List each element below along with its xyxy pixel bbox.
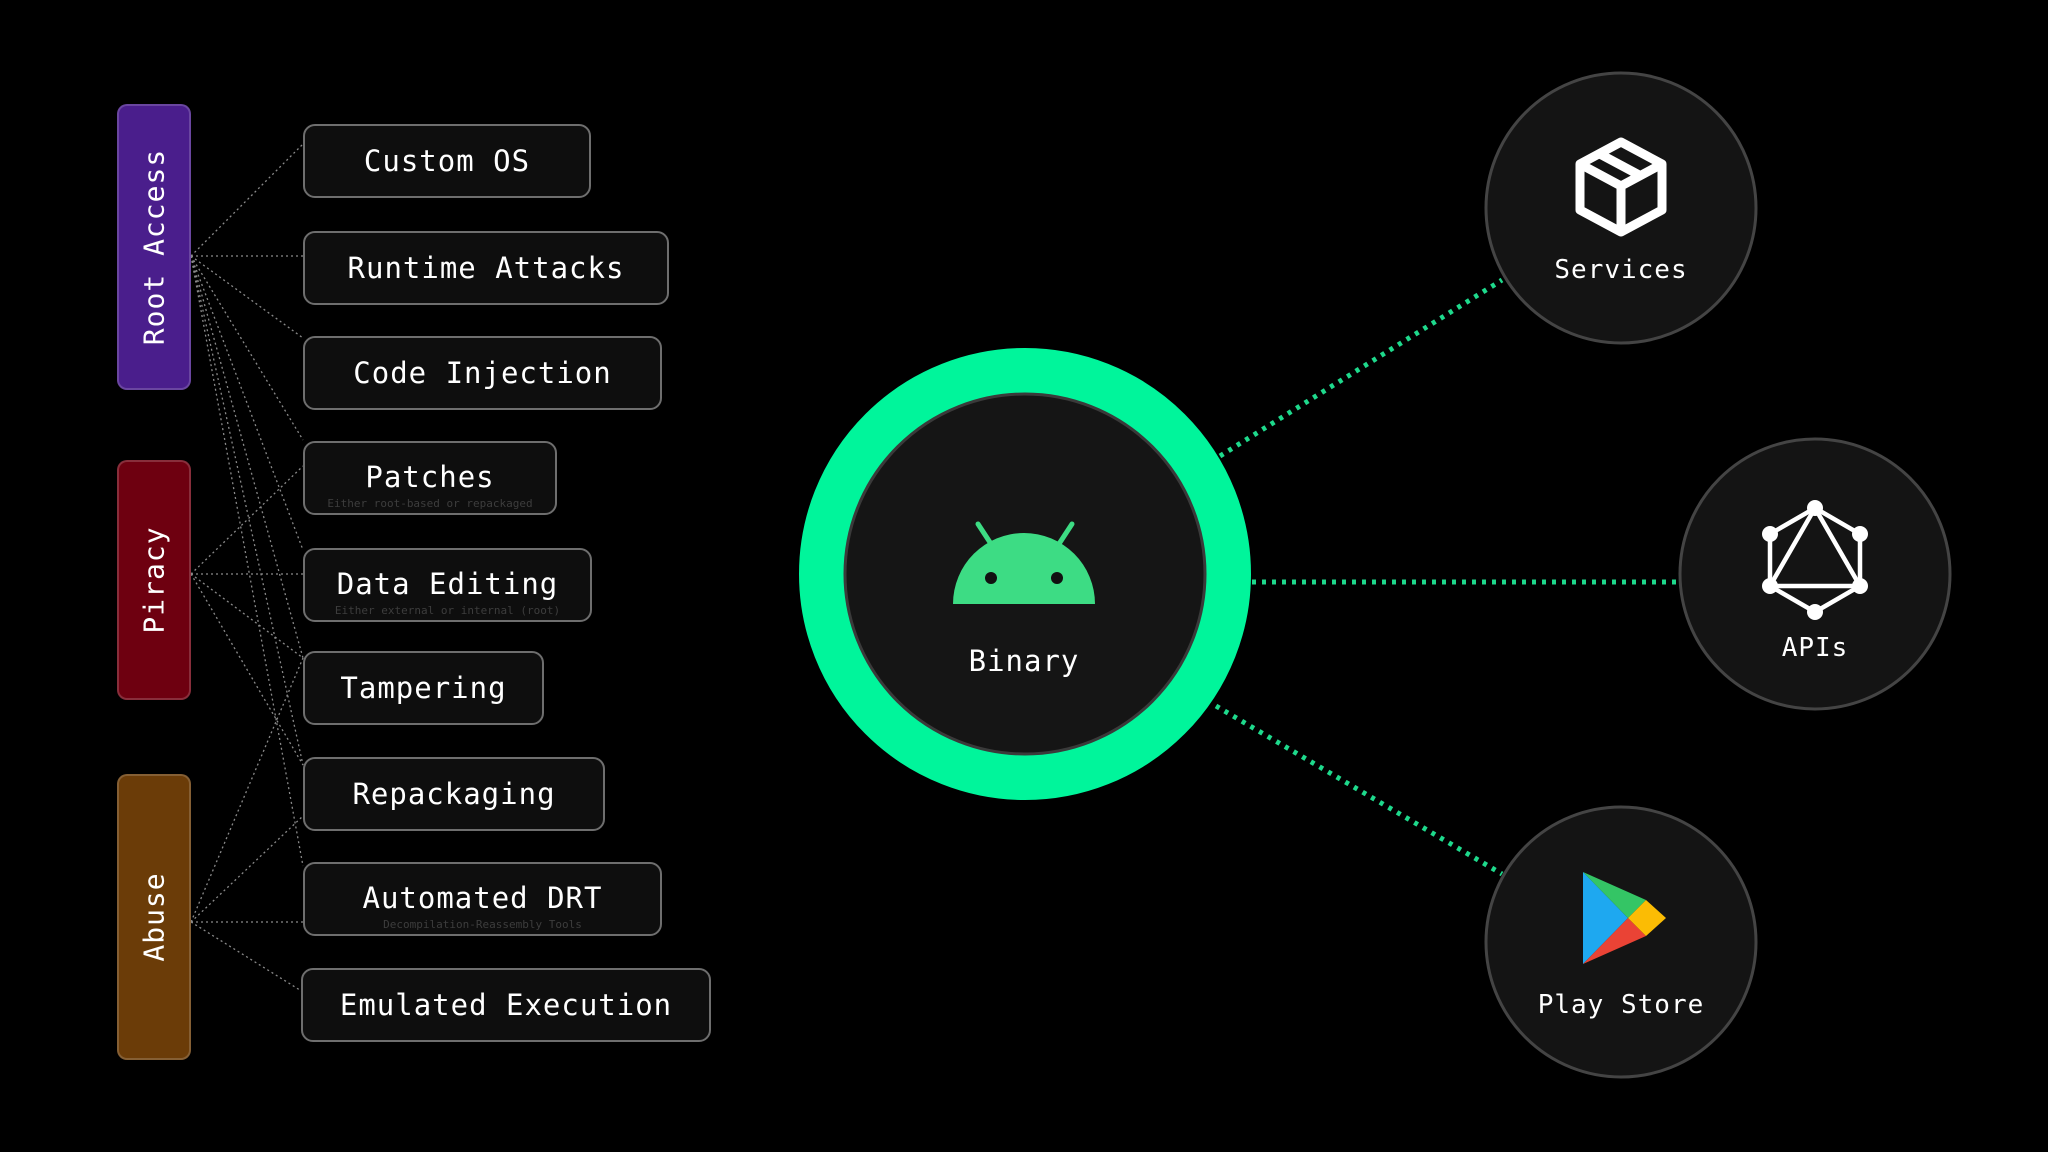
attack-label: Emulated Execution — [339, 988, 673, 1022]
binary-node — [799, 348, 1251, 800]
apis-node — [1678, 437, 1952, 711]
category-label: Piracy — [137, 526, 171, 634]
attack-label: Tampering — [340, 671, 507, 705]
category-abuse: Abuse — [117, 774, 191, 1060]
apis-label: APIs — [1781, 633, 1849, 663]
target-connectors — [1214, 277, 1676, 877]
play-store-node — [1484, 805, 1758, 1079]
attack-runtime-attacks: Runtime Attacks — [303, 231, 669, 305]
attack-custom-os: Custom OS — [303, 124, 591, 198]
attack-tampering: Tampering — [303, 651, 544, 725]
attack-label: Custom OS — [363, 144, 531, 178]
binary-label: Binary — [968, 644, 1080, 678]
attack-label: Automated DRT — [362, 881, 603, 915]
connector-play-store — [1214, 703, 1504, 877]
category-piracy: Piracy — [117, 460, 191, 700]
attack-sublabel: Decompilation-Reassembly Tools — [383, 918, 582, 931]
attack-code-injection: Code Injection — [303, 336, 662, 410]
attack-label: Patches — [365, 460, 495, 494]
attack-label: Runtime Attacks — [347, 251, 625, 285]
services-node — [1484, 71, 1758, 345]
attack-sublabel: Either root-based or repackaged — [327, 497, 533, 510]
attack-emulated-execution: Emulated Execution — [301, 968, 711, 1042]
attack-automated-drt: Automated DRT Decompilation-Reassembly T… — [303, 862, 662, 936]
attack-label: Data Editing — [336, 567, 559, 601]
services-label: Services — [1554, 255, 1688, 285]
play-store-label: Play Store — [1537, 990, 1705, 1020]
category-root-access: Root Access — [117, 104, 191, 390]
attack-label: Code Injection — [353, 356, 612, 390]
attack-patches: Patches Either root-based or repackaged — [303, 441, 557, 515]
attack-data-editing: Data Editing Either external or internal… — [303, 548, 592, 622]
category-connector-lines — [190, 143, 304, 993]
category-label: Abuse — [137, 872, 171, 962]
category-label: Root Access — [137, 148, 171, 346]
attack-repackaging: Repackaging — [303, 757, 605, 831]
attack-sublabel: Either external or internal (root) — [334, 604, 561, 617]
attack-label: Repackaging — [352, 777, 556, 811]
connector-services — [1218, 277, 1504, 459]
